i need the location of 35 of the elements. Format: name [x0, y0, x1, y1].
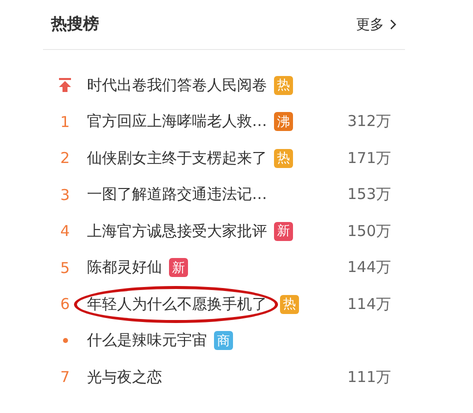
search-count: 150万 [346, 222, 392, 241]
pin-top-icon [58, 78, 72, 92]
topic-link[interactable]: 光与夜之恋 [87, 368, 162, 387]
rank-number: 7 [60, 368, 70, 386]
more-link[interactable]: 更多 [356, 16, 397, 34]
search-count: 171万 [346, 148, 392, 168]
topic-link[interactable]: 陈都灵好仙 [87, 258, 162, 278]
topic-link[interactable]: 仙侠剧女主终于支楞起来了 [87, 148, 267, 168]
topic-tag: 热 [280, 294, 299, 314]
topic-tag: 热 [274, 148, 293, 168]
topic-tag: 新 [169, 258, 188, 278]
topic-tag: 沸 [274, 112, 293, 132]
topic-link[interactable]: 官方回应上海哮喘老人救… [87, 112, 267, 132]
topic-tag: 商 [214, 331, 233, 350]
topic-link[interactable]: 一图了解道路交通违法记… [87, 185, 267, 204]
rank-number: 6 [60, 295, 70, 314]
chevron-right-icon [390, 19, 397, 30]
topic-link[interactable]: 时代出卷我们答卷人民阅卷 [87, 76, 267, 95]
search-count: 153万 [346, 185, 392, 204]
bullet-dot-icon [62, 338, 68, 344]
search-count: 111万 [346, 368, 392, 387]
rank-number: 5 [60, 258, 70, 277]
topic-tag: 新 [274, 222, 293, 241]
topic-link[interactable]: 年轻人为什么不愿换手机了 [87, 294, 267, 314]
topic-link[interactable]: 上海官方诚恳接受大家批评 [87, 222, 267, 241]
topic-tag: 热 [274, 76, 293, 95]
topic-link[interactable]: 什么是辣味元宇宙 [87, 331, 207, 350]
rank-number: 1 [60, 112, 70, 131]
rank-number: 3 [60, 186, 70, 204]
panel-title: 热搜榜 [51, 14, 99, 35]
rank-number: 4 [60, 222, 70, 240]
rank-number: 2 [60, 149, 70, 168]
search-count: 312万 [346, 112, 392, 132]
search-count: 144万 [346, 258, 392, 278]
search-count: 114万 [346, 294, 392, 314]
